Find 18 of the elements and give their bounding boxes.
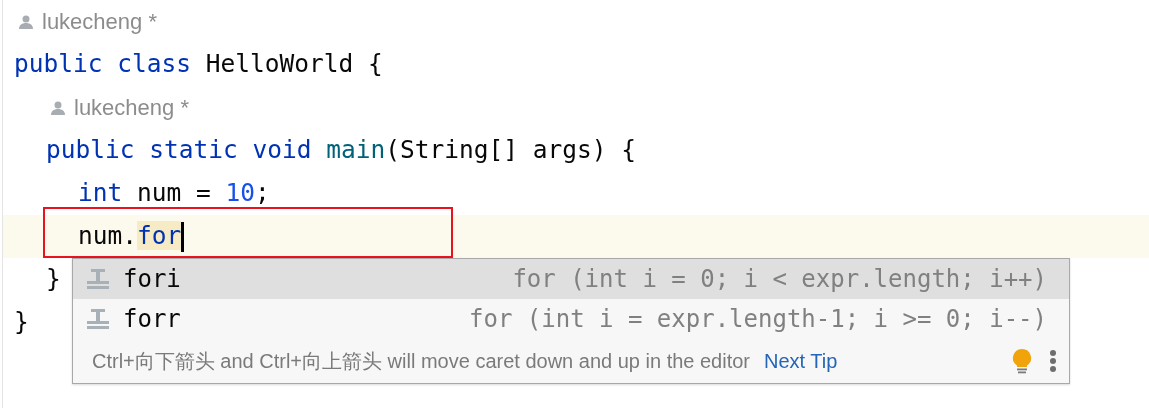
user-icon: [18, 13, 34, 30]
template-icon: [85, 308, 111, 330]
more-icon[interactable]: [1049, 349, 1057, 373]
completion-item[interactable]: fori for (int i = 0; i < expr.length; i++): [73, 259, 1069, 299]
user-icon: [50, 99, 66, 116]
next-tip-link[interactable]: Next Tip: [764, 346, 838, 376]
author-hint: lukecheng *: [42, 8, 157, 36]
code-line: public class HelloWorld {: [14, 48, 383, 81]
code-line: public static void main(String[] args) {: [46, 134, 637, 167]
code-line: }: [46, 263, 61, 296]
code-line: int num = 10;: [78, 177, 270, 210]
code-line: num.for: [78, 220, 182, 253]
lightbulb-icon: [1011, 348, 1033, 374]
tip-text: Ctrl+向下箭头 and Ctrl+向上箭头 will move caret down and up in the editor: [92, 349, 751, 374]
code-line: }: [14, 306, 29, 339]
completion-item[interactable]: forr for (int i = expr.length-1; i >= 0; i--): [73, 299, 1069, 339]
author-hint: lukecheng *: [74, 94, 189, 122]
template-icon: [85, 268, 111, 290]
